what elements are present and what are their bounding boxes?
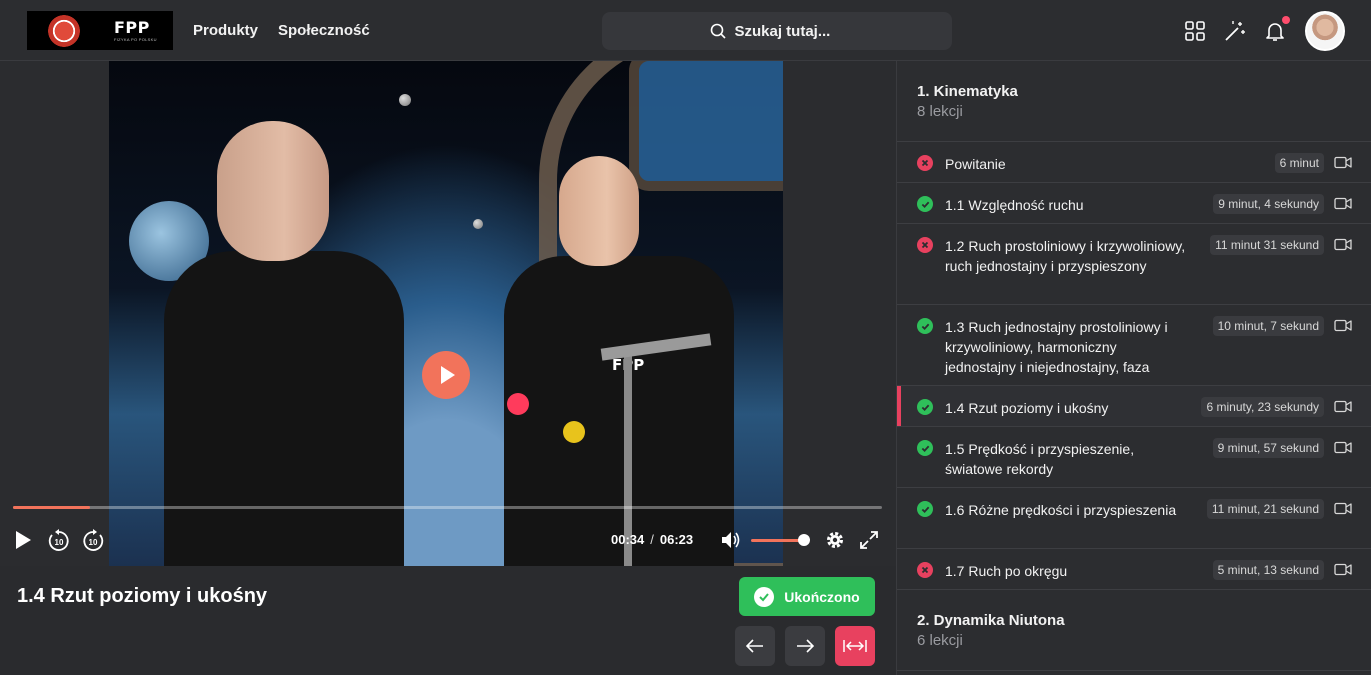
lesson-item[interactable]: 1.5 Prędkość i przyspieszenie, światowe … (897, 427, 1371, 488)
lesson-item[interactable]: 1.1 Względność ruchu 9 minut, 4 sekundy (897, 183, 1371, 224)
lesson-item[interactable]: 1.6 Różne prędkości i przyspieszenia 11 m… (897, 488, 1371, 549)
lesson-duration: 11 minut 31 sekund (1210, 235, 1324, 255)
video-bg-planet (399, 94, 411, 106)
lesson-label: 1.1 Względność ruchu (945, 197, 1084, 213)
lesson-item[interactable]: Powitanie 6 minut (897, 142, 1371, 183)
magic-wand-icon[interactable] (1223, 19, 1247, 43)
search-icon (710, 23, 726, 39)
completed-button[interactable]: Ukończono (739, 577, 875, 616)
lesson-item[interactable]: 1.7 Ruch po okręgu 5 minut, 13 sekund (897, 549, 1371, 590)
time-display: 00:34 / 06:23 (611, 532, 693, 547)
forward-10-icon[interactable]: 10 (81, 529, 105, 553)
x-circle-icon (917, 562, 933, 578)
x-circle-icon (917, 237, 933, 253)
lesson-label: 1.5 Prędkość i przyspieszenie, światowe … (945, 441, 1135, 477)
settings-gear-icon[interactable] (825, 530, 845, 550)
play-overlay-button[interactable] (422, 351, 470, 399)
check-circle-icon (917, 318, 933, 334)
lesson-duration: 6 minut (1274, 153, 1324, 173)
lesson-duration: 9 minut, 57 sekund (1212, 438, 1324, 458)
logo-mark-icon (44, 13, 84, 48)
video-camera-icon (1334, 400, 1352, 413)
lesson-duration: 6 minuty, 23 sekundy (1201, 397, 1324, 417)
lesson-label: 1.3 Ruch jednostajny prostoliniowy i krz… (945, 319, 1168, 375)
video-camera-icon (1334, 156, 1352, 169)
lesson-duration: 9 minut, 4 sekundy (1213, 194, 1324, 214)
x-circle-icon (917, 155, 933, 171)
apps-grid-icon[interactable] (1183, 19, 1207, 43)
volume-slider[interactable] (751, 539, 805, 542)
lesson-item[interactable]: 1.4 Rzut poziomy i ukośny 6 minuty, 23 se… (897, 386, 1371, 427)
total-duration: 06:23 (659, 532, 694, 547)
lesson-item[interactable]: 1.2 Ruch prostoliniowy i krzywoliniowy, … (897, 224, 1371, 305)
logo[interactable]: FPP FIZYKA PO POLSKU (27, 11, 173, 50)
chapter-title: 1. Kinematyka (917, 83, 1018, 100)
logo-text: FPP FIZYKA PO POLSKU (114, 17, 157, 42)
play-icon[interactable] (14, 530, 32, 550)
lesson-item[interactable]: 1.3 Ruch jednostajny prostoliniowy i krz… (897, 305, 1371, 386)
chapter-lesson-count: 8 lekcji (917, 103, 963, 120)
current-time: 00:34 (611, 532, 645, 547)
expand-horizontal-icon (843, 640, 867, 652)
video-ball-yellow (563, 421, 585, 443)
top-bar: FPP FIZYKA PO POLSKU Produkty Społecznoś… (0, 0, 1371, 61)
lesson-duration: 11 minut, 21 sekund (1206, 499, 1324, 519)
check-circle-icon (917, 440, 933, 456)
arrow-right-icon (797, 639, 814, 653)
video-camera-icon (1334, 197, 1352, 210)
notification-dot (1282, 16, 1290, 24)
chapter-title: 2. Dynamika Niutona (917, 612, 1065, 629)
chapter-header[interactable]: 2. Dynamika Niutona 6 lekcji (897, 590, 1371, 671)
avatar[interactable] (1305, 11, 1345, 51)
lesson-duration: 10 minut, 7 sekund (1212, 316, 1324, 336)
video-bg-planet (473, 219, 483, 229)
nav-spolecznosc[interactable]: Społeczność (278, 22, 370, 39)
video-ball-red (507, 393, 529, 415)
search-box[interactable] (602, 12, 952, 50)
video-frame[interactable]: FPP (109, 61, 783, 566)
arrow-left-icon (746, 639, 763, 653)
lesson-duration: 5 minut, 13 sekund (1212, 560, 1324, 580)
video-camera-icon (1334, 238, 1352, 251)
next-lesson-button[interactable] (785, 626, 825, 666)
search-input[interactable] (734, 22, 845, 40)
fullscreen-icon[interactable] (859, 530, 879, 550)
nav-produkty[interactable]: Produkty (193, 22, 258, 39)
svg-text:10: 10 (55, 538, 64, 547)
chapter-header[interactable]: 1. Kinematyka 8 lekcji (897, 61, 1371, 142)
video-camera-icon (1334, 502, 1352, 515)
check-circle-icon (917, 196, 933, 212)
video-camera-icon (1334, 319, 1352, 332)
video-progress-bar[interactable] (13, 506, 882, 509)
lesson-label: 1.2 Ruch prostoliniowy i krzywoliniowy, … (945, 238, 1186, 274)
svg-text:10: 10 (89, 538, 98, 547)
logo-title: FPP (114, 17, 150, 37)
check-circle-icon (754, 586, 775, 607)
lesson-label: 1.4 Rzut poziomy i ukośny (945, 400, 1109, 416)
expand-width-button[interactable] (835, 626, 875, 666)
volume-icon[interactable] (720, 530, 742, 550)
video-camera-icon (1334, 441, 1352, 454)
rewind-10-icon[interactable]: 10 (47, 529, 71, 553)
course-sidebar: 1. Kinematyka 8 lekcji Powitanie 6 minut 1… (896, 61, 1371, 675)
chapter-lesson-count: 6 lekcji (917, 632, 963, 649)
lesson-label: 1.7 Ruch po okręgu (945, 563, 1068, 579)
lesson-label: Powitanie (945, 156, 1006, 172)
logo-subtitle: FIZYKA PO POLSKU (114, 36, 157, 42)
previous-lesson-button[interactable] (735, 626, 775, 666)
video-camera-icon (1334, 563, 1352, 576)
lesson-title: 1.4 Rzut poziomy i ukośny (17, 585, 268, 607)
check-circle-icon (917, 399, 933, 415)
completed-label: Ukończono (784, 588, 860, 605)
volume-knob[interactable] (798, 534, 810, 546)
check-circle-icon (917, 501, 933, 517)
video-player: FPP (0, 61, 896, 566)
lesson-label: 1.6 Różne prędkości i przyspieszenia (945, 502, 1177, 518)
video-person-left (164, 121, 404, 566)
time-separator: / (650, 532, 654, 547)
video-progress-fill (13, 506, 91, 509)
